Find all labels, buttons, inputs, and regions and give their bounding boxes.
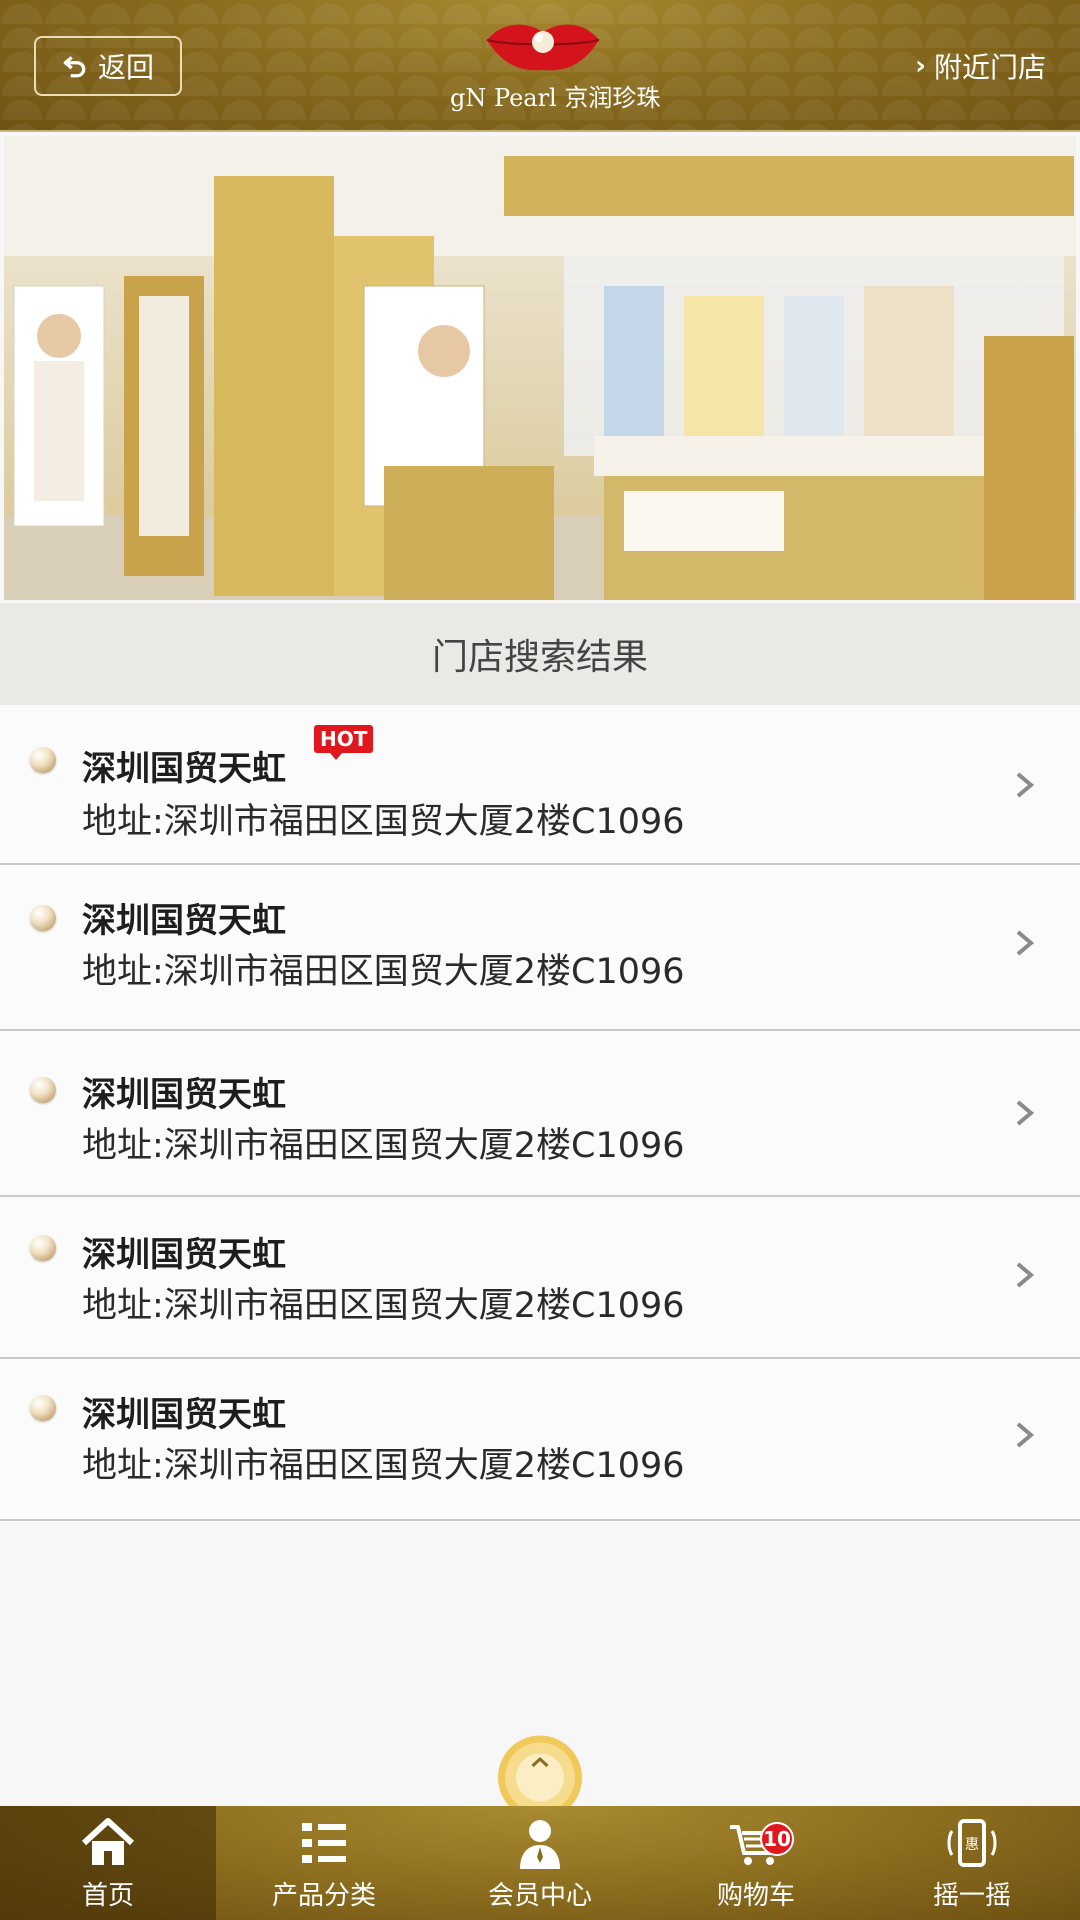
- pearl-bullet-icon: [30, 905, 56, 931]
- store-address: 地址:深圳市福田区国贸大厦2楼C1096: [82, 1446, 685, 1486]
- store-name: 深圳国贸天虹: [82, 1075, 286, 1115]
- back-label: 返回: [97, 51, 154, 84]
- shake-icon-text: 惠: [965, 1837, 979, 1853]
- nearby-stores-link[interactable]: › 附近门店: [915, 46, 1046, 86]
- tab-member-center[interactable]: 会员中心: [432, 1806, 648, 1920]
- brand-logo: gN Pearl 京润珍珠: [450, 18, 661, 118]
- chevron-right-icon: [1016, 772, 1035, 798]
- pearl-bullet-icon: [30, 1395, 56, 1421]
- store-name: 深圳国贸天虹: [82, 901, 286, 941]
- pearl-bullet-icon: [30, 747, 56, 773]
- store-address: 地址:深圳市福田区国贸大厦2楼C1096: [82, 1286, 685, 1326]
- store-list-item[interactable]: 深圳国贸天虹 地址:深圳市福田区国贸大厦2楼C1096: [0, 1031, 1080, 1197]
- tab-label: 购物车: [716, 1881, 795, 1911]
- chevron-right-icon: ›: [915, 51, 926, 81]
- back-button[interactable]: 返回: [34, 36, 182, 96]
- tab-cart[interactable]: 10 购物车: [648, 1806, 864, 1920]
- tab-label: 产品分类: [271, 1881, 376, 1911]
- chevron-right-icon: [1016, 1100, 1035, 1126]
- bottom-tab-bar: 首页 产品分类 会员中心 10 购物车 惠 摇一摇: [0, 1806, 1080, 1920]
- store-address: 地址:深圳市福田区国贸大厦2楼C1096: [82, 1126, 685, 1166]
- tab-categories[interactable]: 产品分类: [216, 1806, 432, 1920]
- chevron-right-icon: [1016, 1262, 1035, 1288]
- top-bar: 返回 gN Pearl 京润珍珠 › 附近门店: [0, 0, 1080, 132]
- store-list-item[interactable]: 深圳国贸天虹 HOT 地址:深圳市福田区国贸大厦2楼C1096: [0, 705, 1080, 865]
- section-title: 门店搜索结果: [0, 603, 1080, 705]
- tab-label: 首页: [81, 1881, 134, 1911]
- store-name: 深圳国贸天虹: [82, 1235, 286, 1275]
- chevron-right-icon: [1016, 1422, 1035, 1448]
- store-interior-image: [4, 136, 1076, 600]
- store-name: 深圳国贸天虹: [82, 749, 286, 789]
- tab-shake[interactable]: 惠 摇一摇: [864, 1806, 1080, 1920]
- user-icon: [520, 1820, 560, 1869]
- store-address: 地址:深圳市福田区国贸大厦2楼C1096: [82, 802, 685, 842]
- store-address: 地址:深圳市福田区国贸大厦2楼C1096: [82, 952, 685, 992]
- pearl-bullet-icon: [30, 1235, 56, 1261]
- cart-count-badge: 10: [760, 1822, 794, 1856]
- tab-label: 会员中心: [487, 1881, 592, 1911]
- store-photo: [4, 136, 1076, 600]
- shake-phone-icon: 惠: [947, 1819, 997, 1867]
- back-arrow-icon: [63, 56, 86, 78]
- home-icon: [81, 1818, 135, 1865]
- chevron-right-icon: [1016, 930, 1035, 956]
- nearby-label: 附近门店: [933, 51, 1046, 84]
- store-list-item[interactable]: 深圳国贸天虹 地址:深圳市福田区国贸大厦2楼C1096: [0, 865, 1080, 1031]
- list-icon: [302, 1823, 346, 1863]
- hot-badge: HOT: [314, 725, 374, 760]
- tab-home[interactable]: 首页: [0, 1806, 216, 1920]
- store-list-item[interactable]: 深圳国贸天虹 地址:深圳市福田区国贸大厦2楼C1096: [0, 1359, 1080, 1521]
- store-list-item[interactable]: 深圳国贸天虹 地址:深圳市福田区国贸大厦2楼C1096: [0, 1197, 1080, 1359]
- tab-label: 摇一摇: [932, 1881, 1011, 1911]
- store-name: 深圳国贸天虹: [82, 1395, 286, 1435]
- logo-text: gN Pearl 京润珍珠: [450, 84, 661, 112]
- pearl-bullet-icon: [30, 1077, 56, 1103]
- lips-logo-icon: [486, 24, 600, 71]
